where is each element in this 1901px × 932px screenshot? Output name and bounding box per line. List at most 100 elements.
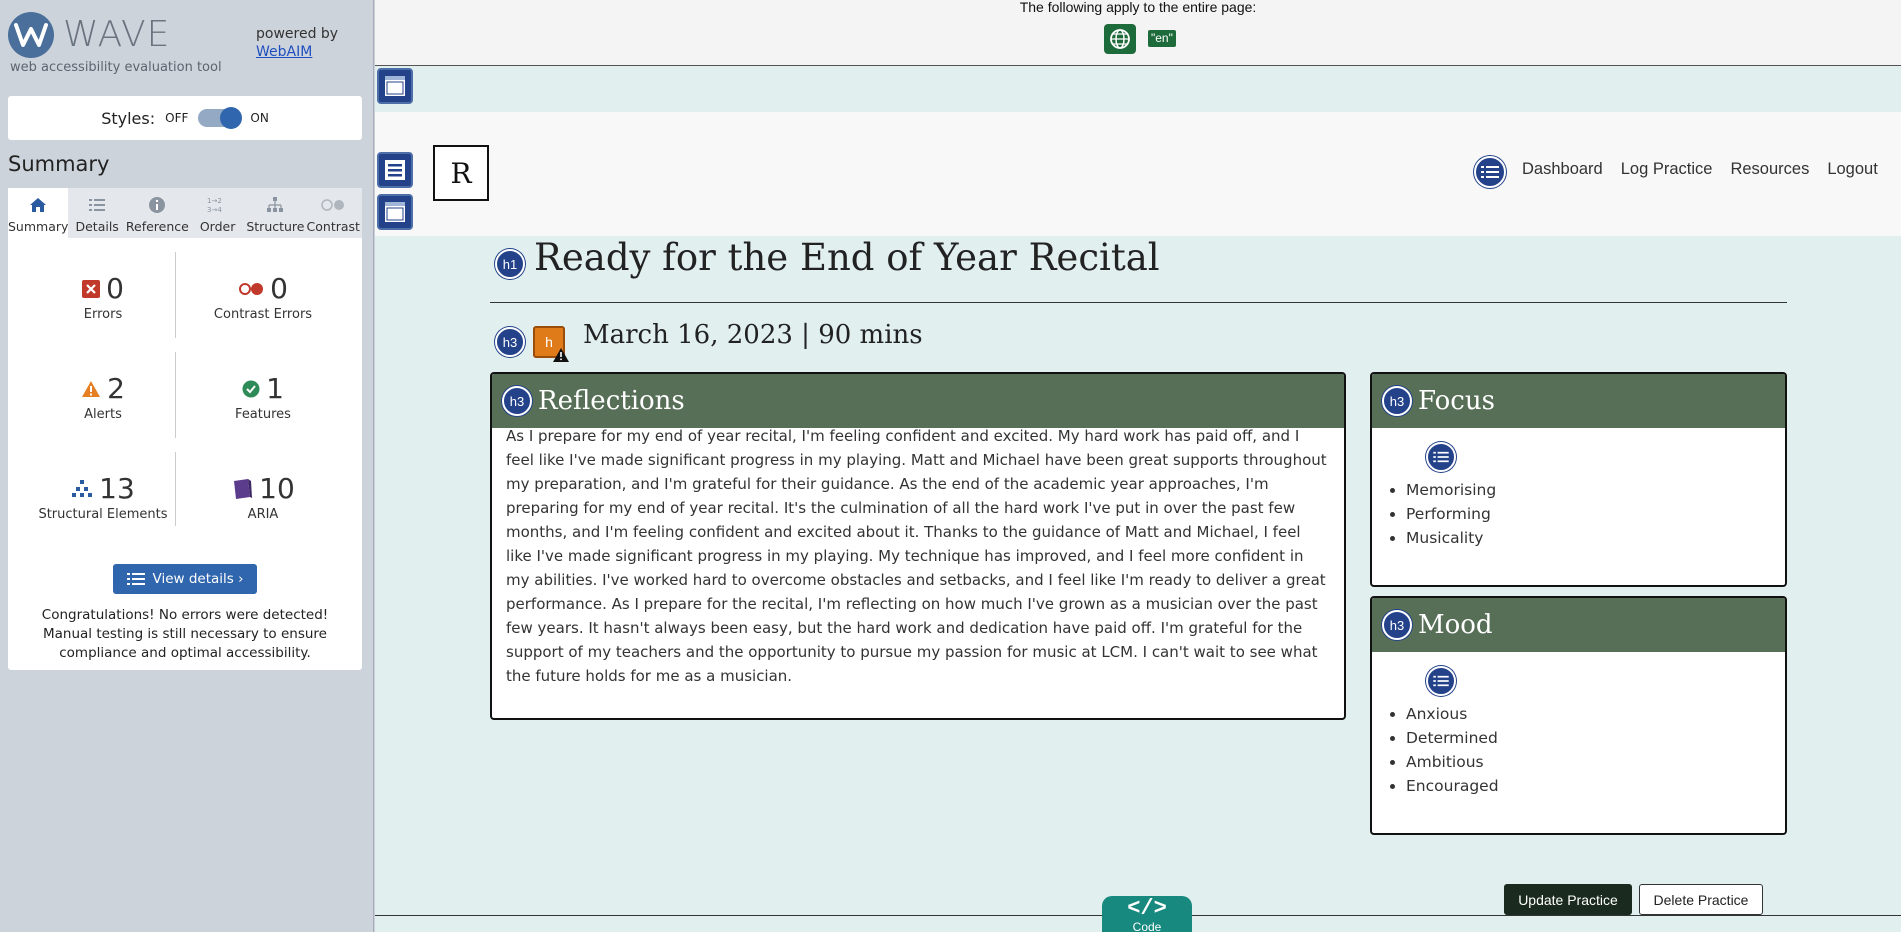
alert-icon	[82, 380, 101, 397]
list-item: Anxious	[1406, 702, 1785, 726]
stat-structural[interactable]: 13 Structural Elements	[28, 472, 178, 522]
tab-structure[interactable]: Structure	[246, 188, 305, 238]
region-icon[interactable]	[377, 194, 413, 230]
tab-summary[interactable]: Summary	[8, 188, 69, 238]
alerts-count: 2	[107, 372, 125, 405]
page-note: The following apply to the entire page:	[1019, 0, 1257, 15]
stat-aria[interactable]: 10 ARIA	[188, 472, 338, 522]
page-content: The following apply to the entire page: …	[375, 0, 1901, 932]
styles-off-label: OFF	[165, 111, 189, 125]
stat-contrast-errors[interactable]: 0 Contrast Errors	[188, 272, 338, 322]
alerts-label: Alerts	[84, 407, 122, 422]
tab-label: Details	[75, 219, 119, 234]
focus-card: h3 Focus Memorising Performing Musicalit…	[1370, 372, 1787, 587]
region-icon[interactable]	[377, 68, 413, 104]
powered-by: powered by WebAIM	[256, 25, 338, 61]
contrast-icon	[320, 193, 346, 217]
contrast-label: Contrast Errors	[213, 307, 313, 322]
title-divider	[490, 302, 1787, 303]
code-label: Code	[1132, 920, 1162, 932]
mood-list: Anxious Determined Ambitious Encouraged	[1372, 702, 1785, 798]
practice-date-duration: March 16, 2023 | 90 mins	[583, 320, 923, 350]
features-label: Features	[235, 407, 291, 422]
tab-order[interactable]: 1→2 3→4 Order	[189, 188, 246, 238]
stat-alerts[interactable]: 2 Alerts	[28, 372, 178, 422]
main-nav: Dashboard Log Practice Resources Logout	[1522, 160, 1896, 179]
code-icon: </>	[1127, 896, 1167, 921]
errors-label: Errors	[83, 307, 123, 322]
navigation-icon[interactable]	[377, 152, 413, 188]
nav-logout[interactable]: Logout	[1827, 160, 1877, 179]
nav-dashboard[interactable]: Dashboard	[1522, 160, 1603, 179]
page-wide-annotations: The following apply to the entire page: …	[375, 0, 1901, 66]
list-icon	[126, 573, 145, 585]
list-icon[interactable]	[1474, 156, 1506, 188]
list-item: Performing	[1406, 502, 1785, 526]
tab-contrast[interactable]: Contrast	[305, 188, 362, 238]
h3-badge[interactable]: h3	[502, 386, 532, 416]
tab-details[interactable]: Details	[68, 188, 125, 238]
wave-sidebar: WAVE web accessibility evaluation tool p…	[0, 0, 374, 932]
mood-header: h3 Mood	[1372, 598, 1785, 652]
list-item: Determined	[1406, 726, 1785, 750]
order-icon: 1→2 3→4	[207, 193, 229, 217]
powered-by-label: powered by	[256, 26, 339, 42]
svg-text:3→4: 3→4	[207, 206, 222, 214]
list-icon	[88, 193, 106, 217]
tab-label: Contrast	[306, 219, 360, 234]
wave-header: WAVE web accessibility evaluation tool p…	[8, 10, 368, 80]
tab-label: Order	[199, 219, 236, 234]
mood-title: Mood	[1418, 610, 1493, 640]
structural-label: Structural Elements	[38, 507, 168, 522]
focus-list: Memorising Performing Musicality	[1372, 478, 1785, 550]
aria-icon	[234, 478, 253, 499]
wave-subtitle: web accessibility evaluation tool	[10, 60, 222, 75]
wave-logo-icon	[8, 12, 54, 58]
globe-icon[interactable]	[1104, 24, 1136, 54]
home-icon	[29, 193, 47, 217]
stat-errors[interactable]: 0 Errors	[28, 272, 178, 322]
reflections-title: Reflections	[538, 386, 685, 416]
nav-resources[interactable]: Resources	[1730, 160, 1809, 179]
h1-badge[interactable]: h1	[495, 249, 525, 279]
code-view-tab[interactable]: </> Code	[1102, 896, 1192, 932]
nav-log-practice[interactable]: Log Practice	[1621, 160, 1713, 179]
congrats-message: Congratulations! No errors were detected…	[41, 607, 329, 661]
list-icon[interactable]	[1426, 666, 1456, 696]
error-icon	[82, 279, 101, 298]
styles-on-label: ON	[250, 111, 269, 125]
reflections-header: h3 Reflections	[492, 374, 1344, 428]
tab-label: Structure	[246, 219, 305, 234]
structure-icon	[265, 193, 285, 217]
focus-title: Focus	[1418, 386, 1495, 416]
focus-header: h3 Focus	[1372, 374, 1785, 428]
language-badge[interactable]: "en"	[1148, 30, 1176, 47]
h1-badge-wrap: h1	[495, 249, 525, 279]
list-icon[interactable]	[1426, 442, 1456, 472]
view-details-label: View details ›	[152, 571, 244, 587]
view-details-button[interactable]: View details ›	[113, 564, 257, 594]
contrast-count: 0	[270, 272, 288, 305]
structural-count: 13	[99, 472, 135, 505]
stat-features[interactable]: 1 Features	[188, 372, 338, 422]
styles-label: Styles:	[101, 108, 156, 128]
contrast-error-icon	[239, 282, 264, 295]
summary-panel: Summary Details Reference 1→23→4 Order	[8, 188, 362, 670]
delete-practice-button[interactable]: Delete Practice	[1639, 884, 1763, 915]
date-badges: h3 h	[495, 326, 569, 362]
tab-reference[interactable]: Reference	[126, 188, 189, 238]
h3-badge[interactable]: h3	[1382, 386, 1412, 416]
list-item: Memorising	[1406, 478, 1785, 502]
styles-toggle[interactable]	[198, 107, 243, 129]
summary-stats: 0 Errors 0 Contrast Errors 2 Alerts 1 Fe…	[8, 238, 362, 538]
toggle-knob	[220, 107, 243, 129]
structure-icon	[72, 479, 93, 497]
update-practice-button[interactable]: Update Practice	[1504, 884, 1632, 915]
h3-badge[interactable]: h3	[495, 327, 525, 357]
h3-badge[interactable]: h3	[1382, 610, 1412, 640]
info-icon	[148, 193, 166, 217]
heading-alert-icon[interactable]: h	[533, 326, 569, 362]
brand-logo[interactable]: R	[433, 145, 489, 201]
webaim-link[interactable]: WebAIM	[256, 43, 338, 61]
tab-label: Reference	[125, 219, 189, 234]
